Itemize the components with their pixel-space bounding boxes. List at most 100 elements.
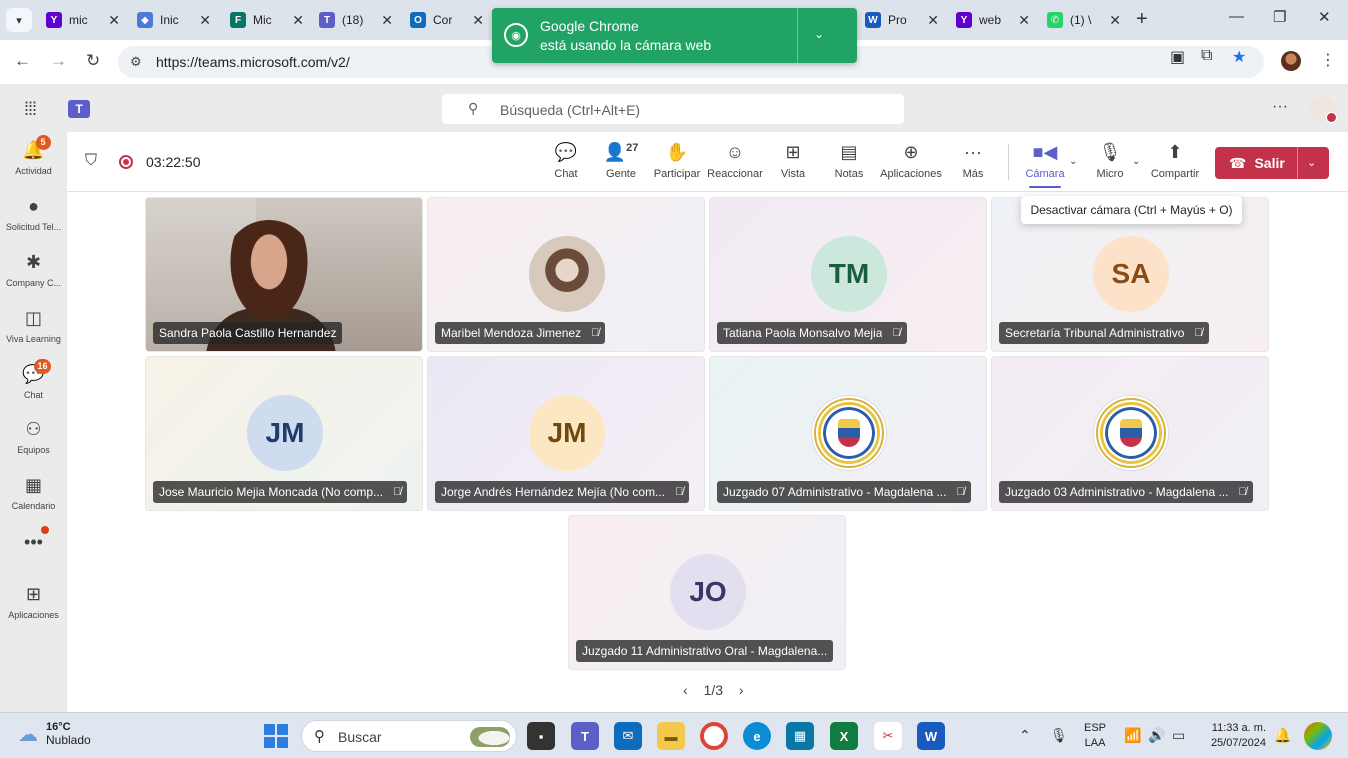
mic-options-chevron-icon[interactable]: ⌄ <box>1132 156 1140 167</box>
restore-button[interactable]: ❐ <box>1273 8 1286 26</box>
reload-button[interactable]: ↻ <box>86 51 100 71</box>
rail-item[interactable]: 🔔 5 Actividad <box>0 135 67 176</box>
mic-button[interactable]: 🎙 Micro <box>1082 142 1138 180</box>
taskbar-search[interactable]: ⚲ Buscar <box>301 720 517 752</box>
notes-icon: ▤ <box>840 142 858 162</box>
tab-search-chevron-icon[interactable]: ▾ <box>6 8 32 32</box>
chevron-down-icon[interactable]: ⌄ <box>814 27 824 41</box>
browser-tab[interactable]: ◆ Inic ✕ <box>131 6 217 34</box>
chat-button[interactable]: 💬 Chat <box>538 142 594 180</box>
close-icon[interactable]: ✕ <box>472 12 484 29</box>
share-button[interactable]: ⬆ Compartir <box>1147 142 1203 180</box>
close-icon[interactable]: ✕ <box>1018 12 1030 29</box>
word-app-icon[interactable]: W <box>917 722 945 750</box>
taskbar-search-label: Buscar <box>338 729 382 745</box>
chrome-app-icon[interactable] <box>700 722 728 750</box>
wifi-icon[interactable]: 📶 <box>1124 727 1141 744</box>
rail-item[interactable]: ✱ Company C... <box>0 252 67 288</box>
participant-tile[interactable]: JM Jose Mauricio Mejia Moncada (No comp..… <box>145 356 423 511</box>
language-indicator[interactable]: ESP LAA <box>1084 721 1106 751</box>
camera-in-use-icon[interactable]: ▣ <box>1170 47 1185 67</box>
participant-initials: JM <box>247 395 323 471</box>
browser-tab[interactable]: W Pro ✕ <box>859 6 945 34</box>
store-app-icon[interactable]: ▦ <box>786 722 814 750</box>
browser-tab[interactable]: ✆ (1) \ ✕ <box>1041 6 1127 34</box>
task-view-icon[interactable]: ▪ <box>527 722 555 750</box>
chevron-right-icon[interactable]: › <box>739 682 744 698</box>
rail-item[interactable]: ⊞ Aplicaciones <box>0 584 67 620</box>
back-button[interactable]: ← <box>14 51 31 71</box>
participant-tile[interactable]: Juzgado 03 Administrativo - Magdalena ..… <box>991 356 1269 511</box>
participant-tile[interactable]: Maribel Mendoza Jimenez 🎙̸ <box>427 197 705 352</box>
chrome-menu-icon[interactable]: ⋮ <box>1320 50 1336 70</box>
rail-item[interactable]: ◫ Viva Learning <box>0 308 67 344</box>
volume-icon[interactable]: 🔊 <box>1148 727 1165 744</box>
close-icon[interactable]: ✕ <box>108 12 120 29</box>
rail-item[interactable]: ⚇ Equipos <box>0 419 67 455</box>
install-app-icon[interactable]: ⧉ <box>1201 47 1212 65</box>
teams-search-input[interactable]: ⚲ Búsqueda (Ctrl+Alt+E) <box>442 94 904 124</box>
rail-item[interactable]: ••• <box>0 532 67 558</box>
copilot-tray-icon[interactable] <box>1304 722 1332 750</box>
forward-button[interactable]: → <box>50 51 67 71</box>
participant-initials: JM <box>529 395 605 471</box>
camera-button[interactable]: ■◀ Cámara <box>1017 142 1073 188</box>
participant-tile[interactable]: Juzgado 07 Administrativo - Magdalena ..… <box>709 356 987 511</box>
browser-tab[interactable]: Ymic ✕ <box>40 6 126 34</box>
weather-widget[interactable]: ☁ 16°C Nublado <box>18 721 91 747</box>
settings-more-icon[interactable]: ··· <box>1272 98 1288 116</box>
snipping-tool-icon[interactable]: ✂ <box>874 722 902 750</box>
people-button[interactable]: 👤27 Gente <box>593 142 649 180</box>
notifications-bell-icon[interactable]: 🔔 <box>1274 727 1291 744</box>
profile-avatar[interactable] <box>1281 51 1301 71</box>
battery-icon[interactable]: ▭ <box>1172 727 1185 744</box>
view-button[interactable]: ⊞ Vista <box>765 142 821 180</box>
participant-tile[interactable]: Sandra Paola Castillo Hernandez <box>145 197 423 352</box>
minimize-button[interactable]: — <box>1229 8 1244 25</box>
browser-tab[interactable]: F Mic ✕ <box>224 6 310 34</box>
browser-tab[interactable]: T (18) ✕ <box>313 6 399 34</box>
camera-notification[interactable]: ◉ Google Chrome está usando la cámara we… <box>492 8 857 63</box>
windows-start-icon[interactable] <box>264 724 288 748</box>
close-icon[interactable]: ✕ <box>292 12 304 29</box>
system-clock[interactable]: 11:33 a. m. 25/07/2024 <box>1204 721 1266 751</box>
browser-tab[interactable]: Yweb ✕ <box>950 6 1036 34</box>
react-button[interactable]: ☺ Reaccionar <box>707 142 763 180</box>
close-icon[interactable]: ✕ <box>927 12 939 29</box>
tab-title: Inic <box>160 13 179 27</box>
leave-options-chevron-icon[interactable]: ⌄ <box>1307 156 1316 169</box>
participant-tile[interactable]: JM Jorge Andrés Hernández Mejía (No com..… <box>427 356 705 511</box>
shield-icon[interactable]: ⛉ <box>85 152 97 170</box>
site-settings-icon[interactable]: ⚙ <box>130 54 142 70</box>
excel-app-icon[interactable]: X <box>830 722 858 750</box>
participant-tile[interactable]: JO Juzgado 11 Administrativo Oral - Magda… <box>568 515 846 670</box>
browser-tab[interactable]: O Cor ✕ <box>404 6 490 34</box>
microphone-tray-icon[interactable]: 🎙 <box>1050 727 1068 744</box>
camera-options-chevron-icon[interactable]: ⌄ <box>1069 156 1077 167</box>
apps-button[interactable]: ⊕ Aplicaciones <box>877 142 945 180</box>
chevron-up-icon[interactable]: ⌃ <box>1019 727 1031 744</box>
file-explorer-icon[interactable]: ▬ <box>657 722 685 750</box>
edge-app-icon[interactable]: e <box>743 722 771 750</box>
rail-item[interactable]: 💬 16 Chat <box>0 359 67 400</box>
close-icon[interactable]: ✕ <box>381 12 393 29</box>
mail-app-icon[interactable]: ✉ <box>614 722 642 750</box>
mic-muted-icon: 🎙̸ <box>591 327 600 339</box>
weather-desc: Nublado <box>46 733 91 747</box>
more-actions-button[interactable]: ··· Más <box>945 142 1001 180</box>
rail-item[interactable]: ▦ Calendario <box>0 475 67 511</box>
participant-tile[interactable]: TM Tatiana Paola Monsalvo Mejia 🎙̸ <box>709 197 987 352</box>
teams-app-icon[interactable]: T <box>571 722 599 750</box>
leave-button[interactable]: ☎ Salir ⌄ <box>1215 147 1329 179</box>
user-avatar[interactable] <box>1310 96 1337 123</box>
app-launcher-icon[interactable]: ⁞⁞⁞ <box>24 99 37 120</box>
close-window-button[interactable]: ✕ <box>1318 8 1331 26</box>
close-icon[interactable]: ✕ <box>199 12 211 29</box>
close-icon[interactable]: ✕ <box>1109 12 1121 29</box>
rail-item[interactable]: ● Solicitud Tel... <box>0 196 67 232</box>
bookmark-star-icon[interactable]: ★ <box>1232 47 1246 67</box>
raise-hand-button[interactable]: ✋ Participar <box>649 142 705 180</box>
new-tab-button[interactable]: + <box>1136 8 1148 31</box>
notes-button[interactable]: ▤ Notas <box>821 142 877 180</box>
chevron-left-icon[interactable]: ‹ <box>683 682 688 698</box>
